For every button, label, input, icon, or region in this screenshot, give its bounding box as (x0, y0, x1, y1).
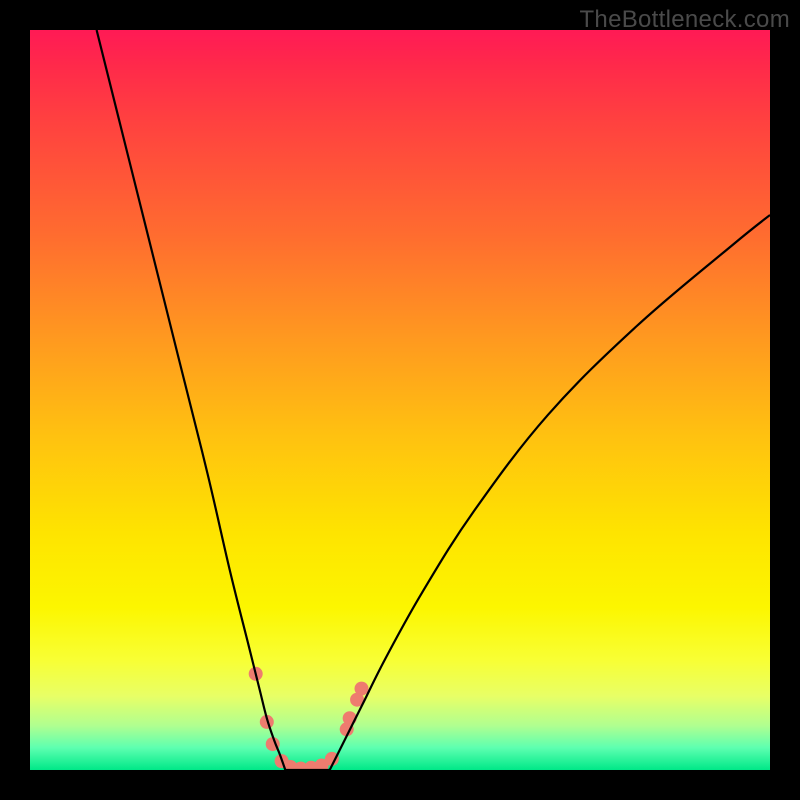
marker-dot (249, 667, 263, 681)
plot-area (30, 30, 770, 770)
marker-dot (266, 737, 280, 751)
marker-dot (283, 760, 297, 770)
marker-dot (304, 761, 318, 770)
curve-right (330, 215, 770, 770)
marker-dots (249, 667, 369, 770)
marker-dot (343, 711, 357, 725)
chart-frame: TheBottleneck.com (0, 0, 800, 800)
marker-dot (350, 693, 364, 707)
marker-dot (325, 752, 339, 766)
marker-dot (340, 722, 354, 736)
curve-left (97, 30, 286, 770)
marker-dot (294, 762, 308, 770)
marker-dot (275, 754, 289, 768)
marker-dot (260, 715, 274, 729)
marker-dot (355, 682, 369, 696)
curve-layer (30, 30, 770, 770)
marker-dot (315, 759, 329, 770)
